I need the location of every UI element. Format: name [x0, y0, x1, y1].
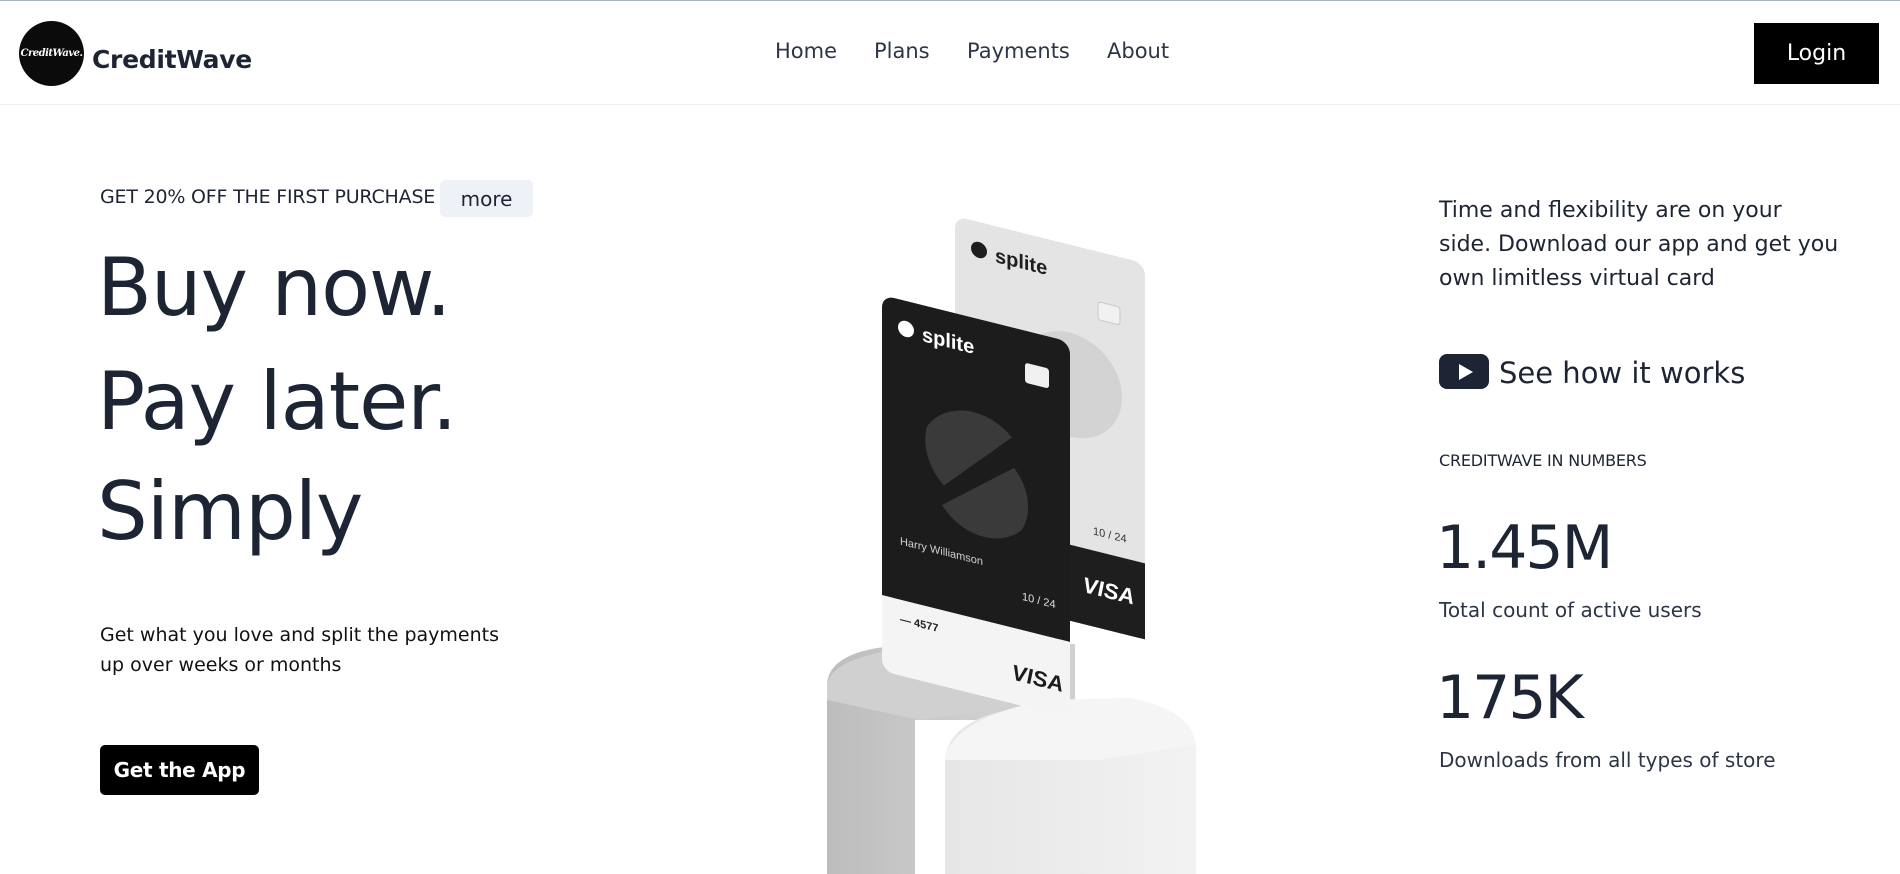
site-header: CreditWave. CreditWave Home Plans Paymen…	[0, 0, 1900, 105]
nav-about[interactable]: About	[1107, 39, 1169, 63]
cards-illustration: splite 10 / 24 VISA splite Harry William…	[800, 200, 1220, 874]
more-button[interactable]: more	[440, 180, 533, 217]
login-button[interactable]: Login	[1754, 23, 1879, 84]
get-app-button[interactable]: Get the App	[100, 745, 259, 795]
stat-value-downloads: 175K	[1436, 663, 1584, 733]
main-nav: Home Plans Payments About	[0, 39, 1900, 69]
hero-line-1: Buy now.	[97, 241, 452, 334]
nav-plans[interactable]: Plans	[874, 39, 930, 63]
nav-home[interactable]: Home	[775, 39, 837, 63]
stat-value-users: 1.45M	[1436, 513, 1613, 583]
stat-label-downloads: Downloads from all types of store	[1439, 748, 1776, 772]
hero-line-3: Simply	[97, 465, 363, 558]
hero-subtitle: Get what you love and split the payments…	[100, 624, 499, 676]
tagline: Time and flexibility are on your side. D…	[1439, 198, 1839, 291]
cards-illustration-svg: splite 10 / 24 VISA splite Harry William…	[827, 218, 1196, 874]
front-card: splite Harry Williamson 10 / 24 — 4577 V…	[882, 297, 1070, 716]
promo-text: GET 20% OFF THE FIRST PURCHASE	[100, 186, 436, 208]
see-how-it-works-link[interactable]: See how it works	[1499, 356, 1745, 390]
nav-payments[interactable]: Payments	[967, 39, 1070, 63]
play-video-icon[interactable]	[1439, 354, 1489, 389]
hero-line-2: Pay later.	[97, 355, 457, 448]
numbers-heading: CREDITWAVE IN NUMBERS	[1439, 451, 1647, 470]
stat-label-users: Total count of active users	[1439, 598, 1702, 622]
